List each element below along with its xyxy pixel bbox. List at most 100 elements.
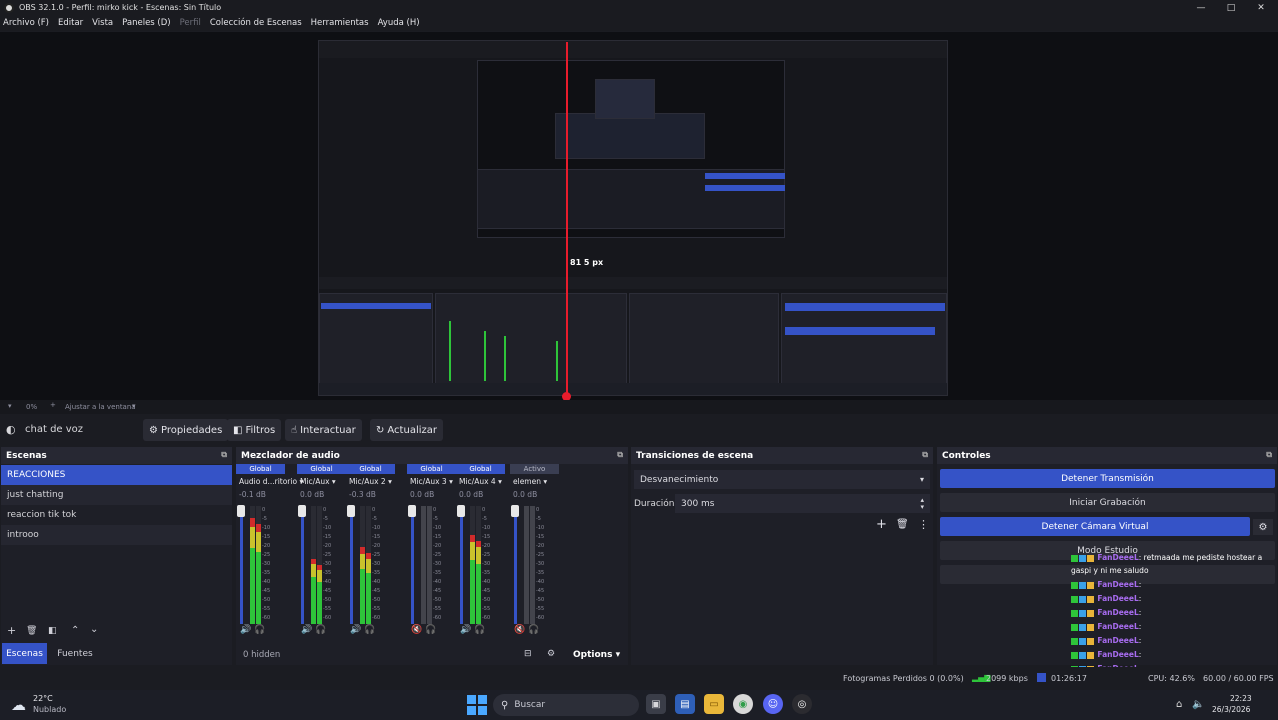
stop-virtual-camera-button[interactable]: Detener Cámara Virtual	[940, 517, 1250, 536]
windows-start-icon[interactable]	[467, 695, 487, 715]
mixer-channel: Global Mic/Aux 4 ▾ 0.0 dB 0 -5 -10 -15 -20 -25 -3…	[456, 464, 505, 639]
speaker-icon[interactable]: 🔊	[350, 625, 361, 635]
start-recording-button[interactable]: Iniciar Grabación	[940, 493, 1275, 512]
filters-button[interactable]: ◧ Filtros	[227, 419, 282, 441]
volume-slider[interactable]	[301, 506, 304, 624]
zoom-out-icon[interactable]: ▾	[8, 402, 12, 410]
store-icon[interactable]: ▤	[675, 694, 695, 714]
scene-item-just-chatting[interactable]: just chatting	[1, 485, 232, 505]
maximize-button[interactable]: □	[1214, 0, 1248, 15]
volume-slider[interactable]	[240, 506, 243, 624]
obs-taskbar-icon[interactable]: ◎	[792, 694, 812, 714]
move-down-icon[interactable]: ⌄	[90, 624, 98, 635]
task-view-icon[interactable]: ▣	[646, 694, 666, 714]
badge-icon	[1071, 623, 1078, 631]
refresh-button[interactable]: ↻ Actualizar	[370, 419, 443, 441]
scene-item-reaccion-tik-tok[interactable]: reaccion tik tok	[1, 505, 232, 525]
volume-slider-handle[interactable]	[511, 505, 519, 517]
minimize-button[interactable]: —	[1184, 0, 1218, 15]
remove-scene-icon[interactable]: 🗑	[26, 626, 37, 636]
network-icon[interactable]: ⌂	[1176, 699, 1182, 710]
volume-slider[interactable]	[350, 506, 353, 624]
badge-icon	[1071, 651, 1078, 659]
undock-icon[interactable]: ⧉	[617, 450, 623, 460]
scene-item-introoo[interactable]: introoo	[1, 525, 232, 545]
volume-slider-handle[interactable]	[237, 505, 245, 517]
fit-dropdown-icon[interactable]: ▾	[132, 402, 136, 410]
duration-input[interactable]: 300 ms ▴ ▾	[675, 494, 930, 513]
scene-filters-icon[interactable]: ◧	[48, 626, 57, 636]
discord-icon[interactable]: ☺	[763, 694, 783, 714]
volume-slider-handle[interactable]	[457, 505, 465, 517]
undock-icon[interactable]: ⧉	[922, 450, 928, 460]
tab-escenas[interactable]: Escenas	[2, 643, 47, 664]
channel-name-dropdown[interactable]: Mic/Aux 4 ▾	[456, 477, 505, 486]
volume-slider-handle[interactable]	[347, 505, 355, 517]
volume-slider[interactable]	[514, 506, 517, 624]
add-scene-icon[interactable]: +	[7, 624, 16, 637]
remove-transition-icon[interactable]: 🗑	[896, 519, 909, 530]
virtualcam-settings-icon[interactable]: ⚙	[1253, 519, 1273, 535]
volume-slider-handle[interactable]	[408, 505, 416, 517]
fit-window-label[interactable]: Ajustar a la ventana	[65, 403, 136, 411]
undock-icon[interactable]: ⧉	[1266, 450, 1272, 460]
properties-button[interactable]: ⚙ Propiedades	[143, 419, 229, 441]
muted-speaker-icon[interactable]: 🔇	[514, 625, 525, 635]
headphones-icon[interactable]: 🎧	[364, 625, 375, 635]
menu-paneles[interactable]: Paneles (D)	[122, 18, 170, 28]
headphones-icon[interactable]: 🎧	[254, 625, 265, 635]
close-button[interactable]: ✕	[1244, 0, 1278, 15]
speaker-icon[interactable]: 🔊	[460, 625, 471, 635]
speaker-icon[interactable]: 🔊	[240, 625, 251, 635]
volume-slider-handle[interactable]	[298, 505, 306, 517]
stepper-icon[interactable]: ▴ ▾	[920, 496, 924, 511]
channel-name-dropdown[interactable]: Mic/Aux 2 ▾	[346, 477, 395, 486]
badge-icon	[1087, 651, 1094, 659]
chat-message: FanDeeeL:	[1071, 580, 1146, 592]
menu-herramientas[interactable]: Herramientas	[311, 18, 369, 28]
headphones-icon[interactable]: 🎧	[315, 625, 326, 635]
stop-streaming-button[interactable]: Detener Transmisión	[940, 469, 1275, 488]
add-transition-icon[interactable]: +	[876, 517, 887, 532]
volume-icon[interactable]: 🔈	[1192, 699, 1204, 710]
move-up-icon[interactable]: ⌃	[71, 625, 79, 636]
speaker-icon[interactable]: 🔊	[301, 625, 312, 635]
muted-speaker-icon[interactable]: 🔇	[411, 625, 422, 635]
menu-archivo[interactable]: Archivo (F)	[3, 18, 49, 28]
channel-name-dropdown[interactable]: Audio d...ritorio ▾	[236, 477, 303, 486]
advanced-audio-icon[interactable]: ⚙	[547, 649, 555, 659]
chat-username: FanDeeeL	[1097, 553, 1139, 562]
volume-slider[interactable]	[411, 506, 414, 624]
taskbar-search[interactable]: ⚲ Buscar	[493, 694, 639, 716]
mixer-options-button[interactable]: Options ▾	[573, 650, 620, 660]
selected-source-name: chat de voz	[25, 424, 84, 435]
chat-username: FanDeeeL	[1097, 594, 1139, 603]
preview-canvas[interactable]: 81 5 px	[0, 32, 1278, 401]
menu-editar[interactable]: Editar	[58, 18, 83, 28]
interact-button[interactable]: ☝ Interactuar	[285, 419, 362, 441]
zoom-in-icon[interactable]: +	[50, 401, 56, 409]
headphones-icon[interactable]: 🎧	[425, 625, 436, 635]
file-explorer-icon[interactable]: ▭	[704, 694, 724, 714]
weather-cloud-icon[interactable]: ☁	[11, 696, 26, 714]
menu-coleccion-escenas[interactable]: Colección de Escenas	[210, 18, 302, 28]
channel-name-dropdown[interactable]: Mic/Aux 3 ▾	[407, 477, 456, 486]
chrome-icon[interactable]: ◉	[733, 694, 753, 714]
headphones-icon[interactable]: 🎧	[528, 625, 539, 635]
meter-scale: 0 -5 -10 -15 -20 -25 -30 -35 -40 -45 -50 -55 -60	[323, 507, 332, 621]
menu-ayuda[interactable]: Ayuda (H)	[378, 18, 420, 28]
channel-volume-db: 0.0 dB	[459, 490, 484, 499]
headphones-icon[interactable]: 🎧	[474, 625, 485, 635]
volume-slider[interactable]	[460, 506, 463, 624]
transition-menu-icon[interactable]: ⋮	[918, 518, 929, 531]
menu-vista[interactable]: Vista	[92, 18, 113, 28]
channel-name-dropdown[interactable]: elemen ▾	[510, 477, 559, 486]
channel-name-dropdown[interactable]: Mic/Aux ▾	[297, 477, 346, 486]
layout-icon[interactable]: ⊟	[524, 649, 532, 659]
duration-label: Duración	[634, 499, 675, 509]
transition-select[interactable]: Desvanecimiento ▾	[634, 470, 930, 489]
badge-icon	[1087, 637, 1094, 645]
tab-fuentes[interactable]: Fuentes	[49, 643, 101, 664]
undock-icon[interactable]: ⧉	[221, 450, 227, 460]
scene-item-reacciones[interactable]: REACCIONES	[1, 465, 232, 485]
